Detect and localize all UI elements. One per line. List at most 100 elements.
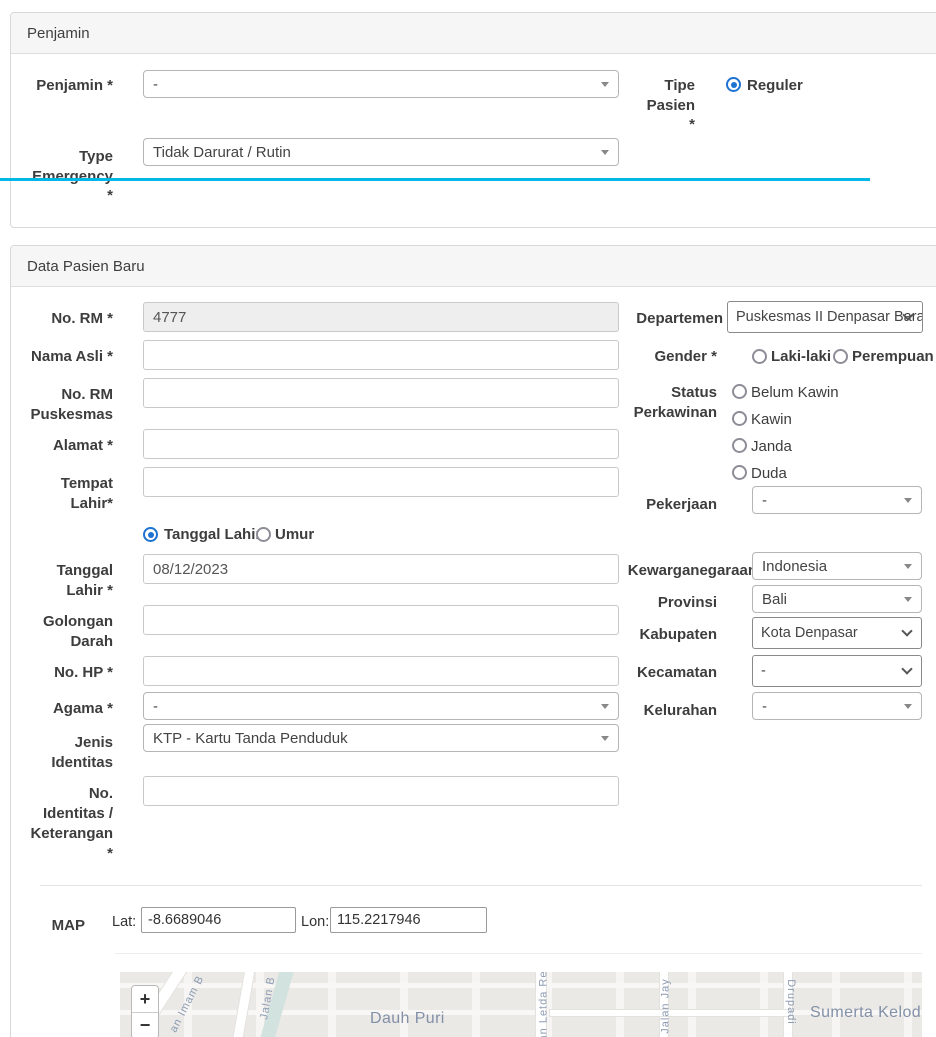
- status-kawin-label: Kawin: [751, 410, 792, 429]
- penjamin-label: Penjamin *: [18, 76, 113, 96]
- panel-penjamin: Penjamin: [10, 12, 936, 228]
- status-radio-belum-kawin[interactable]: [732, 384, 747, 399]
- jenis-identitas-select[interactable]: KTP - Kartu Tanda Penduduk: [143, 724, 619, 752]
- dropdown-arrow-icon: [904, 597, 912, 602]
- dropdown-arrow-icon: [601, 150, 609, 155]
- nama-asli-label: Nama Asli *: [18, 347, 113, 367]
- kecamatan-label: Kecamatan: [600, 663, 717, 683]
- gender-laki-laki-label: Laki-laki: [771, 347, 831, 366]
- golongan-darah-input[interactable]: [143, 605, 619, 635]
- dropdown-arrow-icon: [904, 564, 912, 569]
- dropdown-arrow-icon: [601, 736, 609, 741]
- no-rm-puskesmas-input[interactable]: [143, 378, 619, 408]
- place-label-dauh-puri: Dauh Puri: [370, 1010, 445, 1028]
- departemen-select[interactable]: Puskesmas II Denpasar Barat: [727, 301, 923, 333]
- gender-radio-laki-laki[interactable]: [752, 349, 767, 364]
- map-canvas[interactable]: an Imam B Jalan B an Letda Re Jalan Jay …: [120, 972, 922, 1037]
- status-radio-kawin[interactable]: [732, 411, 747, 426]
- no-rm-puskesmas-label: No. RM Puskesmas: [18, 385, 113, 425]
- pekerjaan-label: Pekerjaan: [600, 495, 717, 515]
- map-zoom-control: + −: [131, 985, 159, 1037]
- dropdown-arrow-icon: [904, 498, 912, 503]
- status-radio-duda[interactable]: [732, 465, 747, 480]
- gender-radio-perempuan[interactable]: [833, 349, 848, 364]
- street-label: Jalan Jay: [660, 978, 672, 1033]
- provinsi-select-value: Bali: [762, 591, 787, 608]
- kelurahan-select-value: -: [762, 698, 767, 715]
- chevron-down-icon: [901, 625, 912, 636]
- lat-label: Lat:: [112, 913, 136, 931]
- pekerjaan-select[interactable]: -: [752, 486, 922, 514]
- jenis-identitas-label: Jenis Identitas: [18, 733, 113, 773]
- street-label: an Letda Re: [537, 972, 549, 1037]
- zoom-in-button[interactable]: +: [132, 986, 158, 1012]
- kecamatan-select[interactable]: -: [752, 655, 922, 687]
- kelurahan-select[interactable]: -: [752, 692, 922, 720]
- penjamin-select-value: -: [153, 76, 158, 93]
- type-emergency-select-value: Tidak Darurat / Rutin: [153, 144, 291, 161]
- status-duda-label: Duda: [751, 464, 787, 483]
- kabupaten-select[interactable]: Kota Denpasar: [752, 617, 922, 649]
- departemen-label: Departemen: [600, 309, 723, 329]
- nama-asli-input[interactable]: [143, 340, 619, 370]
- birth-mode-radio-tanggal-lahir[interactable]: [143, 527, 158, 542]
- penjamin-select[interactable]: -: [143, 70, 619, 98]
- status-janda-label: Janda: [751, 437, 792, 456]
- panel-penjamin-header: Penjamin: [11, 13, 936, 54]
- lon-label: Lon:: [301, 913, 329, 931]
- dropdown-arrow-icon: [601, 704, 609, 709]
- map-label: MAP: [40, 916, 85, 936]
- zoom-out-button[interactable]: −: [132, 1012, 158, 1037]
- kecamatan-select-value: -: [761, 663, 766, 679]
- agama-select[interactable]: -: [143, 692, 619, 720]
- birth-mode-umur-label: Umur: [275, 525, 314, 544]
- agama-label: Agama *: [18, 699, 113, 719]
- no-identitas-label: No. Identitas / Keterangan *: [18, 784, 113, 864]
- kewarganegaraan-select[interactable]: Indonesia: [752, 552, 922, 580]
- type-emergency-label: Type Emergency *: [18, 147, 113, 206]
- map-road: [228, 972, 258, 1037]
- lon-input[interactable]: [330, 907, 487, 933]
- dropdown-arrow-icon: [601, 82, 609, 87]
- tempat-lahir-input[interactable]: [143, 467, 619, 497]
- panel-penjamin-title: Penjamin: [27, 25, 90, 42]
- no-identitas-input[interactable]: [143, 776, 619, 806]
- lat-input[interactable]: [141, 907, 296, 933]
- status-perkawinan-label: Status Perkawinan: [600, 383, 717, 423]
- no-rm-input: [143, 302, 619, 332]
- golongan-darah-label: Golongan Darah: [18, 612, 113, 652]
- kewarganegaraan-label: Kewarganegaraan: [600, 561, 757, 581]
- birth-mode-radio-umur[interactable]: [256, 527, 271, 542]
- birth-mode-tanggal-lahir-label: Tanggal Lahir: [164, 525, 261, 544]
- map-divider: [115, 953, 922, 954]
- section-divider: [40, 885, 922, 886]
- kabupaten-label: Kabupaten: [600, 625, 717, 645]
- alamat-input[interactable]: [143, 429, 619, 459]
- alamat-label: Alamat *: [18, 436, 113, 456]
- departemen-select-value: Puskesmas II Denpasar Barat: [736, 309, 923, 325]
- gender-label: Gender *: [600, 347, 717, 367]
- tipe-pasien-radio-reguler-label: Reguler: [747, 76, 803, 95]
- provinsi-label: Provinsi: [600, 593, 717, 613]
- no-hp-input[interactable]: [143, 656, 619, 686]
- patient-registration-page: Penjamin Penjamin * - Tipe Pasien * Regu…: [0, 0, 936, 1037]
- cyan-accent-line: [0, 178, 870, 181]
- no-rm-label: No. RM *: [18, 309, 113, 329]
- type-emergency-select[interactable]: Tidak Darurat / Rutin: [143, 138, 619, 166]
- gender-perempuan-label: Perempuan: [852, 347, 934, 366]
- tempat-lahir-label: Tempat Lahir*: [18, 474, 113, 514]
- pekerjaan-select-value: -: [762, 492, 767, 509]
- place-label-sumerta-kelod: Sumerta Kelod: [810, 1004, 921, 1022]
- tipe-pasien-radio-reguler[interactable]: [726, 77, 741, 92]
- kewarganegaraan-select-value: Indonesia: [762, 558, 827, 575]
- tanggal-lahir-input[interactable]: [143, 554, 619, 584]
- no-hp-label: No. HP *: [18, 663, 113, 683]
- provinsi-select[interactable]: Bali: [752, 585, 922, 613]
- panel-data-pasien-title: Data Pasien Baru: [27, 258, 145, 275]
- jenis-identitas-select-value: KTP - Kartu Tanda Penduduk: [153, 730, 348, 747]
- status-radio-janda[interactable]: [732, 438, 747, 453]
- tipe-pasien-label: Tipe Pasien *: [615, 76, 695, 135]
- kabupaten-select-value: Kota Denpasar: [761, 625, 858, 641]
- chevron-down-icon: [901, 663, 912, 674]
- status-belum-kawin-label: Belum Kawin: [751, 383, 839, 402]
